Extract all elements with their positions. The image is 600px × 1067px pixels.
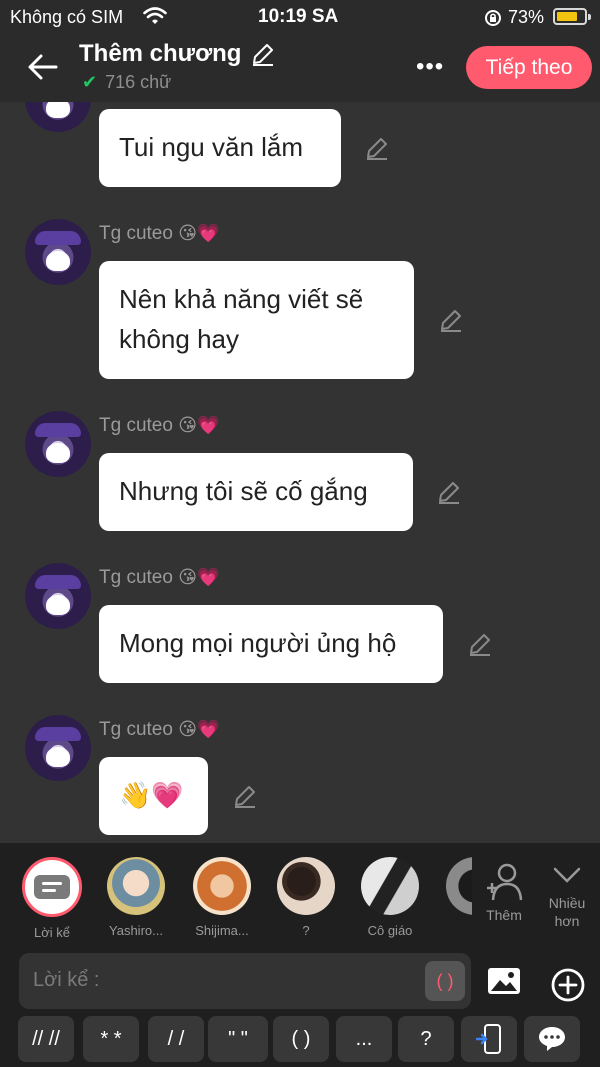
top-bar: Không có SIM 10:19 SA 73% Thêm chương ✔ … <box>0 0 600 102</box>
character-label: Shijima... <box>195 923 249 938</box>
clock: 10:19 SA <box>258 6 339 27</box>
chevron-down-icon <box>553 867 581 883</box>
edit-message-icon[interactable] <box>436 480 462 506</box>
author-avatar[interactable] <box>25 715 91 781</box>
message-bubble[interactable]: Nên khả năng viết sẽ không hay <box>99 261 414 379</box>
more-options-icon[interactable]: ••• <box>416 55 444 79</box>
message-bubble[interactable]: Nhưng tôi sẽ cố gắng <box>99 453 413 531</box>
wifi-icon <box>143 6 167 31</box>
character-shijima[interactable]: Shijima... <box>186 857 258 938</box>
check-icon: ✔ <box>82 72 98 92</box>
edit-message-icon[interactable] <box>467 632 493 658</box>
battery-icon <box>553 8 591 25</box>
character-avatar <box>107 857 165 915</box>
author-name: Tg cuteo 😘💗 <box>99 567 220 588</box>
author-name: Tg cuteo 😘💗 <box>99 719 220 740</box>
add-character-button[interactable]: Thêm <box>478 862 530 924</box>
status-bar: Không có SIM 10:19 SA 73% <box>0 0 600 34</box>
character-partial[interactable] <box>446 857 472 915</box>
add-person-icon <box>487 863 523 901</box>
narrator-icon <box>22 857 82 917</box>
input-placeholder: Lời kể : <box>33 969 100 991</box>
shortcut-key[interactable]: ... <box>336 1016 392 1062</box>
edit-message-icon[interactable] <box>364 136 390 162</box>
shortcut-key[interactable]: " " <box>208 1016 268 1062</box>
message-bubble[interactable]: Mong mọi người ủng hộ <box>99 605 443 683</box>
edit-message-icon[interactable] <box>232 784 258 810</box>
shortcut-key[interactable]: * * <box>83 1016 139 1062</box>
back-arrow-icon[interactable] <box>26 50 60 84</box>
message-bubble[interactable]: 👋💗 <box>99 757 208 835</box>
character-co-giao[interactable]: Cô giáo <box>356 857 424 938</box>
character-yashiro[interactable]: Yashiro... <box>100 857 172 938</box>
character-label: Cô giáo <box>367 923 413 938</box>
edit-message-icon[interactable] <box>438 308 464 334</box>
narration-input[interactable]: Lời kể : ( ) <box>19 953 471 1009</box>
chat-bubble-icon[interactable] <box>524 1016 580 1062</box>
character-label: ? <box>302 923 310 938</box>
parenthesis-button[interactable]: ( ) <box>425 961 465 1001</box>
character-label: Lời kể <box>34 925 70 940</box>
add-icon[interactable] <box>550 967 586 1008</box>
shortcut-key[interactable]: ? <box>398 1016 454 1062</box>
shortcut-bar: // // * * / / " " ( ) ... ? <box>0 1016 600 1064</box>
character-avatar <box>193 857 251 915</box>
shortcut-key[interactable]: / / <box>148 1016 204 1062</box>
shortcut-key[interactable]: // // <box>18 1016 74 1062</box>
shortcut-key[interactable]: ( ) <box>273 1016 329 1062</box>
author-avatar[interactable] <box>25 219 91 285</box>
author-avatar[interactable] <box>25 563 91 629</box>
message-bubble[interactable]: Tui ngu văn lắm <box>99 109 341 187</box>
add-label: Thêm <box>486 907 522 923</box>
next-button[interactable]: Tiếp theo <box>466 46 592 89</box>
battery-percent: 73% <box>508 7 545 27</box>
carrier-label: Không có SIM <box>10 7 124 27</box>
edit-title-icon[interactable] <box>250 42 276 73</box>
character-narrator[interactable]: Lời kể <box>20 857 84 940</box>
author-name: Tg cuteo 😘💗 <box>99 223 220 244</box>
more-label: Nhiều hơn <box>548 895 586 929</box>
page-title: Thêm chương <box>79 40 242 67</box>
author-name: Tg cuteo 😘💗 <box>99 415 220 436</box>
character-avatar <box>277 857 335 915</box>
author-avatar[interactable] <box>25 411 91 477</box>
more-characters-button[interactable]: Nhiều hơn <box>536 866 598 930</box>
orientation-lock-icon <box>484 9 502 32</box>
character-avatar <box>361 857 419 915</box>
character-unknown[interactable]: ? <box>272 857 340 938</box>
word-count: ✔ 716 chữ <box>82 72 172 92</box>
image-icon[interactable] <box>486 966 522 1001</box>
character-label: Yashiro... <box>109 923 163 938</box>
phone-action-icon[interactable] <box>461 1016 517 1062</box>
